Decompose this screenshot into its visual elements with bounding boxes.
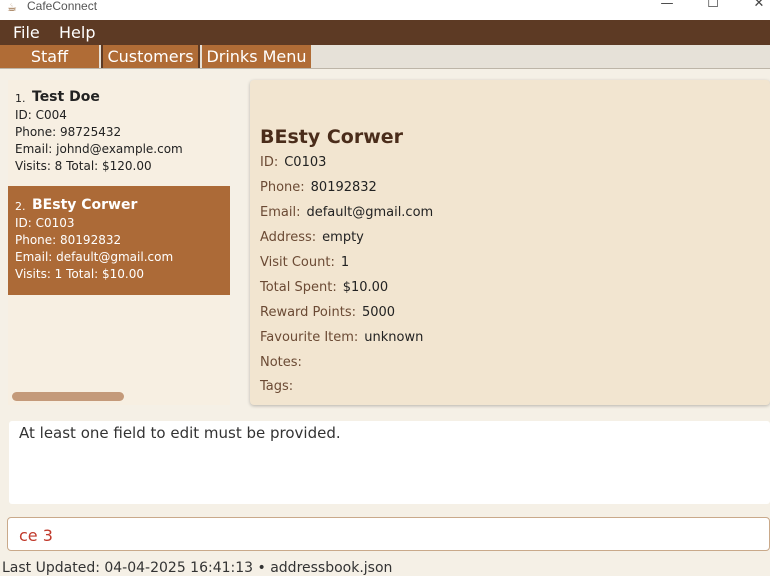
list-item[interactable]: 1. Test Doe ID: C004 Phone: 98725432 Ema… xyxy=(8,80,230,186)
detail-address-label: Address: xyxy=(260,230,317,245)
detail-visit-count-label: Visit Count: xyxy=(260,255,335,270)
list-item-id: ID: C0103 xyxy=(15,216,75,230)
detail-id-row: ID: C0103 xyxy=(260,155,326,170)
detail-email-label: Email: xyxy=(260,205,301,220)
detail-phone-row: Phone: 80192832 xyxy=(260,180,377,195)
horizontal-scrollbar[interactable] xyxy=(12,392,124,401)
detail-favourite-item-label: Favourite Item: xyxy=(260,330,359,345)
tab-bar: Staff Customers Drinks Menu xyxy=(0,45,770,69)
result-message: At least one field to edit must be provi… xyxy=(19,424,341,442)
command-input[interactable] xyxy=(19,525,719,545)
result-display: At least one field to edit must be provi… xyxy=(9,421,770,504)
detail-phone-label: Phone: xyxy=(260,180,305,195)
detail-tags-label: Tags: xyxy=(260,379,294,394)
coffee-cup-icon: ☕ xyxy=(7,1,17,14)
list-item-phone: Phone: 80192832 xyxy=(15,233,122,247)
list-item-visits: Visits: 8 Total: $120.00 xyxy=(15,159,152,173)
tab-drinks-label: Drinks Menu xyxy=(206,47,307,66)
list-item-email: Email: default@gmail.com xyxy=(15,250,174,264)
detail-total-spent-row: Total Spent: $10.00 xyxy=(260,280,388,295)
detail-email-row: Email: default@gmail.com xyxy=(260,205,433,220)
list-item-phone: Phone: 98725432 xyxy=(15,125,122,139)
detail-reward-points-value: 5000 xyxy=(361,305,396,320)
tab-staff[interactable]: Staff xyxy=(0,45,99,68)
status-bar: Last Updated: 04-04-2025 16:41:13 • addr… xyxy=(2,560,393,576)
menu-file[interactable]: File xyxy=(13,23,40,42)
menu-bar: File Help xyxy=(0,20,770,45)
tab-drinks-menu[interactable]: Drinks Menu xyxy=(202,45,311,68)
customer-detail-panel: BEsty Corwer ID: C0103 Phone: 80192832 Ema… xyxy=(250,80,770,405)
detail-total-spent-label: Total Spent: xyxy=(260,280,337,295)
detail-notes-label: Notes: xyxy=(260,355,302,370)
list-item-name: BEsty Corwer xyxy=(32,197,138,213)
detail-phone-value: 80192832 xyxy=(310,180,377,195)
detail-address-row: Address: empty xyxy=(260,230,364,245)
detail-address-value: empty xyxy=(322,230,364,245)
detail-notes-row: Notes: xyxy=(260,355,308,370)
maximize-button[interactable]: ☐ xyxy=(690,0,736,12)
detail-total-spent-value: $10.00 xyxy=(342,280,389,295)
detail-reward-points-row: Reward Points: 5000 xyxy=(260,305,395,320)
detail-favourite-item-value: unknown xyxy=(364,330,424,345)
list-item-index: 2. xyxy=(15,200,26,213)
tab-staff-label: Staff xyxy=(30,47,69,66)
detail-reward-points-label: Reward Points: xyxy=(260,305,356,320)
detail-name: BEsty Corwer xyxy=(260,126,404,148)
detail-favourite-item-row: Favourite Item: unknown xyxy=(260,330,423,345)
list-item-name: Test Doe xyxy=(32,89,100,105)
minimize-button[interactable]: — xyxy=(644,0,690,12)
tab-customers[interactable]: Customers xyxy=(101,45,200,68)
detail-visit-count-value: 1 xyxy=(340,255,350,270)
detail-id-value: C0103 xyxy=(284,155,327,170)
close-button[interactable]: ✕ xyxy=(736,0,770,12)
customer-list[interactable]: 1. Test Doe ID: C004 Phone: 98725432 Ema… xyxy=(8,80,230,405)
command-box[interactable] xyxy=(7,517,770,551)
detail-visit-count-row: Visit Count: 1 xyxy=(260,255,349,270)
list-item-index: 1. xyxy=(15,92,26,105)
list-item-id: ID: C004 xyxy=(15,108,67,122)
menu-help[interactable]: Help xyxy=(59,23,95,42)
tab-customers-label: Customers xyxy=(107,47,194,66)
list-item-email: Email: johnd@example.com xyxy=(15,142,183,156)
list-item-visits: Visits: 1 Total: $10.00 xyxy=(15,267,144,281)
detail-id-label: ID: xyxy=(260,155,279,170)
detail-tags-row: Tags: xyxy=(260,379,299,394)
title-bar: ☕ CafeConnect — ☐ ✕ xyxy=(0,0,770,20)
window-title: CafeConnect xyxy=(27,0,98,13)
list-item-selected[interactable]: 2. BEsty Corwer ID: C0103 Phone: 8019283… xyxy=(8,186,230,295)
detail-email-value: default@gmail.com xyxy=(306,205,434,220)
